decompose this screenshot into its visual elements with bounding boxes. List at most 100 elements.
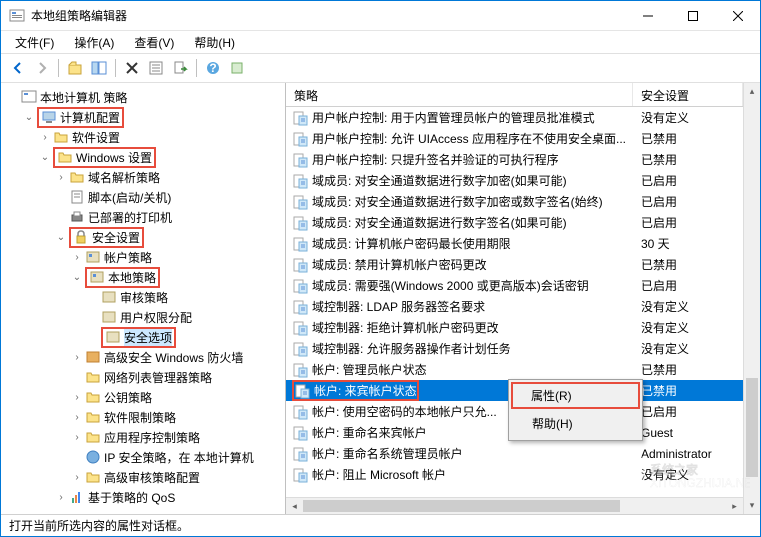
policy-name: 域成员: 对安全通道数据进行数字签名(如果可能) xyxy=(312,214,567,231)
expand-icon[interactable]: ⌄ xyxy=(21,109,37,125)
tree-computer-config[interactable]: ⌄ 计算机配置 xyxy=(1,107,285,127)
scrollbar-horizontal[interactable]: ◂ ▸ xyxy=(286,497,743,514)
expand-icon[interactable]: ⌄ xyxy=(69,269,85,285)
policy-name: 域控制器: 拒绝计算机帐户密码更改 xyxy=(312,319,499,336)
expand-icon[interactable]: › xyxy=(69,249,85,265)
tree-scripts[interactable]: 脚本(启动/关机) xyxy=(1,187,285,207)
up-button[interactable] xyxy=(64,57,86,79)
ctx-properties[interactable]: 属性(R) xyxy=(511,382,640,409)
back-button[interactable] xyxy=(7,57,29,79)
menu-view[interactable]: 查看(V) xyxy=(126,32,182,53)
tree-security-settings[interactable]: ⌄ 安全设置 xyxy=(1,227,285,247)
tree-firewall[interactable]: › 高级安全 Windows 防火墙 xyxy=(1,347,285,367)
list-row[interactable]: 帐户: 阻止 Microsoft 帐户没有定义 xyxy=(286,464,743,485)
expand-icon[interactable]: › xyxy=(69,429,85,445)
policy-setting: 已禁用 xyxy=(633,382,743,399)
expand-icon[interactable]: › xyxy=(53,169,69,185)
expand-icon[interactable]: › xyxy=(69,349,85,365)
properties-button[interactable] xyxy=(145,57,167,79)
tree-audit-policy[interactable]: 审核策略 xyxy=(1,287,285,307)
policy-item-icon xyxy=(292,278,308,294)
policy-item-icon xyxy=(292,110,308,126)
policy-setting: 没有定义 xyxy=(633,319,743,336)
tree-dns-policy[interactable]: › 域名解析策略 xyxy=(1,167,285,187)
expand-icon[interactable]: › xyxy=(69,389,85,405)
list-row[interactable]: 域成员: 计算机帐户密码最长使用期限30 天 xyxy=(286,233,743,254)
expand-icon[interactable]: ⌄ xyxy=(53,229,69,245)
tree-software-restriction[interactable]: › 软件限制策略 xyxy=(1,407,285,427)
menu-action[interactable]: 操作(A) xyxy=(66,32,122,53)
forward-button[interactable] xyxy=(31,57,53,79)
policy-setting: 没有定义 xyxy=(633,109,743,126)
filter-button[interactable] xyxy=(226,57,248,79)
help-button[interactable]: ? xyxy=(202,57,224,79)
policy-setting: 已启用 xyxy=(633,403,743,420)
list-header: 策略 安全设置 xyxy=(286,83,743,107)
content: 本地计算机 策略 ⌄ 计算机配置 › 软件设置 ⌄ Windows 设置 › 域… xyxy=(1,83,760,514)
list-row[interactable]: 域成员: 对安全通道数据进行数字签名(如果可能)已启用 xyxy=(286,212,743,233)
folder-icon xyxy=(53,129,69,145)
tree-root[interactable]: 本地计算机 策略 xyxy=(1,87,285,107)
policy-item-icon xyxy=(292,152,308,168)
list-row[interactable]: 用户帐户控制: 只提升签名并验证的可执行程序已禁用 xyxy=(286,149,743,170)
tree-advanced-audit[interactable]: › 高级审核策略配置 xyxy=(1,467,285,487)
tree-windows-settings[interactable]: ⌄ Windows 设置 xyxy=(1,147,285,167)
expand-icon[interactable]: › xyxy=(53,489,69,505)
expand-icon[interactable]: › xyxy=(69,409,85,425)
tree-network-list[interactable]: 网络列表管理器策略 xyxy=(1,367,285,387)
list-row[interactable]: 域控制器: LDAP 服务器签名要求没有定义 xyxy=(286,296,743,317)
menu-file[interactable]: 文件(F) xyxy=(7,32,62,53)
script-icon xyxy=(69,189,85,205)
list-row[interactable]: 域成员: 对安全通道数据进行数字加密(如果可能)已启用 xyxy=(286,170,743,191)
list-row[interactable]: 域成员: 禁用计算机帐户密码更改已禁用 xyxy=(286,254,743,275)
col-policy[interactable]: 策略 xyxy=(286,83,633,106)
scroll-up-button[interactable]: ▴ xyxy=(744,83,760,100)
list-row[interactable]: 帐户: 管理员帐户状态已禁用 xyxy=(286,359,743,380)
list-row[interactable]: 域控制器: 允许服务器操作者计划任务没有定义 xyxy=(286,338,743,359)
scroll-left-button[interactable]: ◂ xyxy=(286,498,303,514)
policy-setting: 已启用 xyxy=(633,193,743,210)
list-row[interactable]: 用户帐户控制: 用于内置管理员帐户的管理员批准模式没有定义 xyxy=(286,107,743,128)
expand-icon[interactable]: › xyxy=(69,469,85,485)
tree-pane[interactable]: 本地计算机 策略 ⌄ 计算机配置 › 软件设置 ⌄ Windows 设置 › 域… xyxy=(1,83,286,514)
minimize-button[interactable] xyxy=(625,1,670,31)
policy-setting: 已禁用 xyxy=(633,130,743,147)
tree-app-control[interactable]: › 应用程序控制策略 xyxy=(1,427,285,447)
close-button[interactable] xyxy=(715,1,760,31)
qos-icon xyxy=(69,489,85,505)
tree-qos[interactable]: › 基于策略的 QoS xyxy=(1,487,285,507)
tree-deployed-printers[interactable]: 已部署的打印机 xyxy=(1,207,285,227)
expand-icon[interactable]: ⌄ xyxy=(37,149,53,165)
list-row[interactable]: 域成员: 需要强(Windows 2000 或更高版本)会话密钥已启用 xyxy=(286,275,743,296)
policy-item-icon xyxy=(292,236,308,252)
tree-user-rights[interactable]: 用户权限分配 xyxy=(1,307,285,327)
maximize-button[interactable] xyxy=(670,1,715,31)
tree-software-settings[interactable]: › 软件设置 xyxy=(1,127,285,147)
delete-button[interactable] xyxy=(121,57,143,79)
export-button[interactable] xyxy=(169,57,191,79)
printer-icon xyxy=(69,209,85,225)
policy-name: 帐户: 重命名系统管理员帐户 xyxy=(312,445,463,462)
folder-icon xyxy=(85,469,101,485)
tree-security-options[interactable]: 安全选项 xyxy=(1,327,285,347)
scroll-down-button[interactable]: ▾ xyxy=(744,497,760,514)
scroll-right-button[interactable]: ▸ xyxy=(726,498,743,514)
policy-setting: Guest xyxy=(633,426,743,440)
tree-local-policies[interactable]: ⌄ 本地策略 xyxy=(1,267,285,287)
ctx-help[interactable]: 帮助(H) xyxy=(511,409,640,438)
policy-icon xyxy=(21,89,37,105)
list-row[interactable]: 域成员: 对安全通道数据进行数字加密或数字签名(始终)已启用 xyxy=(286,191,743,212)
show-hide-button[interactable] xyxy=(88,57,110,79)
menu-help[interactable]: 帮助(H) xyxy=(186,32,243,53)
expand-icon[interactable]: › xyxy=(37,129,53,145)
tree-ip-security[interactable]: IP 安全策略，在 本地计算机 xyxy=(1,447,285,467)
tree-account-policies[interactable]: › 帐户策略 xyxy=(1,247,285,267)
list-row[interactable]: 域控制器: 拒绝计算机帐户密码更改 没有定义 xyxy=(286,317,743,338)
list-row[interactable]: 帐户: 重命名系统管理员帐户Administrator xyxy=(286,443,743,464)
scrollbar-vertical[interactable]: ▴ ▾ xyxy=(743,83,760,514)
policy-setting: 没有定义 xyxy=(633,298,743,315)
policy-name: 用户帐户控制: 允许 UIAccess 应用程序在不使用安全桌面... xyxy=(312,130,626,147)
col-setting[interactable]: 安全设置 xyxy=(633,83,743,106)
list-row[interactable]: 用户帐户控制: 允许 UIAccess 应用程序在不使用安全桌面... 已禁用 xyxy=(286,128,743,149)
tree-public-key[interactable]: › 公钥策略 xyxy=(1,387,285,407)
